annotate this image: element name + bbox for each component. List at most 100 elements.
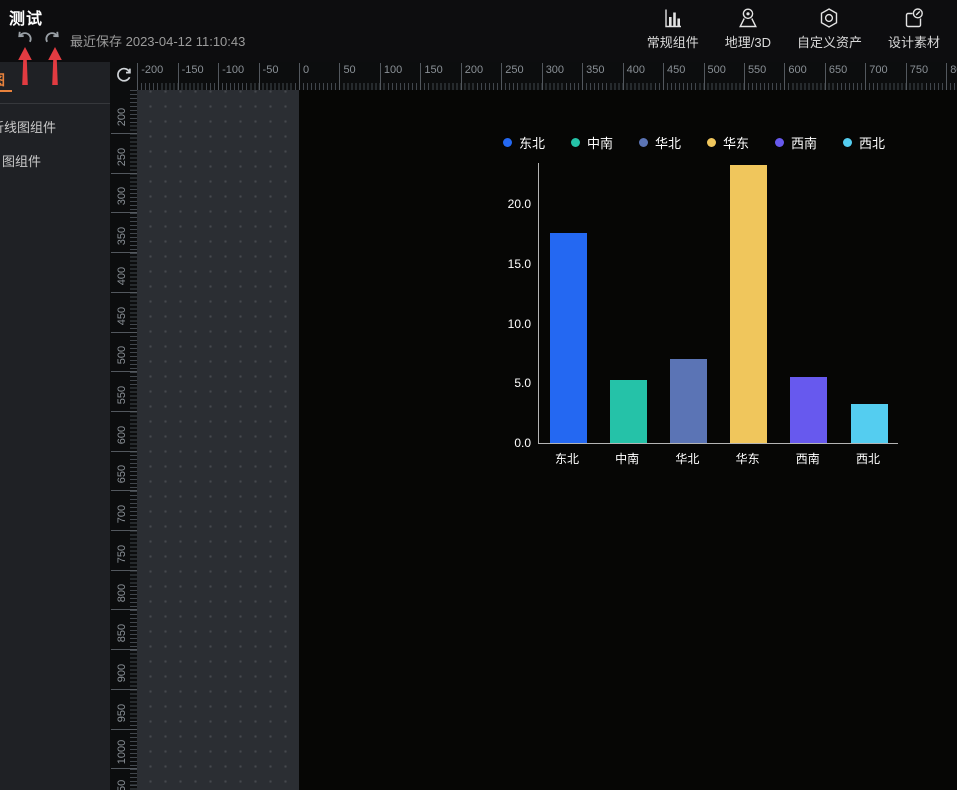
sidebar-divider	[0, 103, 110, 104]
h-ruler-major-tick	[744, 63, 745, 90]
h-ruler-label: 150	[424, 64, 442, 76]
x-axis-label-华东: 华东	[718, 450, 778, 467]
h-ruler-major-tick	[259, 63, 260, 90]
legend-label: 华东	[723, 133, 749, 152]
v-ruler-major-tick	[111, 768, 137, 769]
h-ruler-major-tick	[218, 63, 219, 90]
v-ruler-label: 700	[110, 502, 136, 526]
h-ruler-major-tick	[704, 63, 705, 90]
legend-label: 西北	[859, 133, 885, 152]
h-ruler-major-tick	[865, 63, 866, 90]
legend-label: 中南	[587, 133, 613, 152]
app-window: 东北中南华北华东西南西北 0.05.010.015.020.0东北中南华北华东西…	[0, 0, 957, 790]
annotation-arrow-undo	[17, 47, 33, 85]
h-ruler-label: 450	[667, 64, 685, 76]
legend-label: 西南	[791, 133, 817, 152]
v-ruler-major-tick	[111, 411, 137, 412]
bar-西北	[851, 404, 888, 443]
v-ruler-label: 750	[110, 542, 136, 566]
bar-chart-icon	[662, 7, 684, 29]
x-axis-label-西北: 西北	[838, 450, 898, 467]
h-ruler-label: 50	[343, 64, 355, 76]
h-ruler-major-tick	[784, 63, 785, 90]
bar-华北	[670, 359, 707, 443]
legend-item-西南[interactable]: 西南	[775, 133, 817, 152]
bar-华东	[730, 165, 767, 443]
vertical-ruler: 2002503003504004505005506006507007508008…	[110, 90, 137, 790]
h-ruler-label: -200	[141, 64, 163, 76]
h-ruler-major-tick	[946, 63, 947, 90]
legend-dot	[843, 138, 852, 147]
legend-dot	[639, 138, 648, 147]
v-ruler-major-tick	[111, 649, 137, 650]
h-ruler-major-tick	[582, 63, 583, 90]
undo-icon	[15, 30, 33, 46]
hexagon-asset-icon	[818, 7, 840, 29]
y-axis-tick-label: 0.0	[491, 436, 531, 450]
v-ruler-major-tick	[111, 689, 137, 690]
sidebar-item-line-chart-component[interactable]: 折线图组件	[0, 117, 56, 136]
h-ruler-label: 700	[869, 64, 887, 76]
toolbar-item-custom-assets[interactable]: 自定义资产	[784, 5, 875, 53]
h-ruler-label: 400	[627, 64, 645, 76]
h-ruler-label: 550	[748, 64, 766, 76]
v-ruler-major-tick	[111, 570, 137, 571]
h-ruler-major-tick	[339, 63, 340, 90]
topbar: 测试 最近保存 2023-04-12 11:10:43	[0, 0, 957, 62]
h-ruler-major-tick	[623, 63, 624, 90]
v-ruler-label: 500	[110, 343, 136, 367]
v-ruler-label: 950	[110, 701, 136, 725]
v-ruler-major-tick	[111, 332, 137, 333]
toolbar-item-design-materials[interactable]: 设计素材	[875, 5, 953, 53]
y-axis-tick-label: 15.0	[491, 257, 531, 271]
horizontal-ruler-minor-ticks	[137, 83, 957, 90]
toolbar-item-label: 自定义资产	[797, 32, 862, 51]
h-ruler-label: 650	[829, 64, 847, 76]
v-ruler-label: 1050	[110, 780, 136, 790]
x-axis-label-中南: 中南	[597, 450, 657, 467]
v-ruler-major-tick	[111, 530, 137, 531]
h-ruler-major-tick	[380, 63, 381, 90]
redo-icon	[44, 30, 62, 46]
h-ruler-label: -150	[182, 64, 204, 76]
h-ruler-major-tick	[299, 63, 300, 90]
x-axis-label-东北: 东北	[537, 450, 597, 467]
toolbar-item-label: 设计素材	[888, 32, 940, 51]
map-pin-icon	[737, 7, 759, 29]
legend-item-西北[interactable]: 西北	[843, 133, 885, 152]
toolbar-item-label: 常规组件	[647, 32, 699, 51]
v-ruler-major-tick	[111, 371, 137, 372]
legend-label: 华北	[655, 133, 681, 152]
y-axis-tick-label: 5.0	[491, 376, 531, 390]
undo-button[interactable]	[15, 30, 33, 46]
page-title: 测试	[9, 5, 43, 29]
legend-label: 东北	[519, 133, 545, 152]
sidebar-active-tab-fragment[interactable]: 图	[0, 70, 5, 90]
sidebar-item-chart-component[interactable]: 图组件	[2, 151, 41, 170]
v-ruler-label: 900	[110, 661, 136, 685]
chart-legend: 东北 中南 华北 华东 西南 西北	[489, 132, 899, 152]
redo-button[interactable]	[44, 30, 62, 46]
v-ruler-label: 450	[110, 304, 136, 328]
ruler-corner	[110, 62, 137, 90]
legend-item-华北[interactable]: 华北	[639, 133, 681, 152]
x-axis-label-西南: 西南	[778, 450, 838, 467]
v-ruler-label: 1000	[110, 740, 136, 764]
sidebar-active-tab-underline	[0, 90, 12, 92]
toolbar-item-common-components[interactable]: 常规组件	[634, 5, 712, 53]
annotation-arrow-redo	[47, 47, 63, 85]
h-ruler-major-tick	[420, 63, 421, 90]
chart-plot-area	[538, 163, 898, 444]
v-ruler-label: 550	[110, 383, 136, 407]
toolbar-item-geo-3d[interactable]: 地理/3D	[712, 5, 784, 53]
legend-item-中南[interactable]: 中南	[571, 133, 613, 152]
bar-chart-component[interactable]: 东北中南华北华东西南西北 0.05.010.015.020.0东北中南华北华东西…	[489, 130, 899, 475]
reset-view-icon[interactable]	[114, 65, 134, 85]
legend-item-华东[interactable]: 华东	[707, 133, 749, 152]
h-ruler-label: -100	[222, 64, 244, 76]
v-ruler-major-tick	[111, 490, 137, 491]
toolbar: 常规组件 地理/3D 自定义资产	[634, 5, 953, 53]
y-axis-tick-label: 10.0	[491, 317, 531, 331]
v-ruler-label: 350	[110, 224, 136, 248]
legend-item-东北[interactable]: 东北	[503, 133, 545, 152]
